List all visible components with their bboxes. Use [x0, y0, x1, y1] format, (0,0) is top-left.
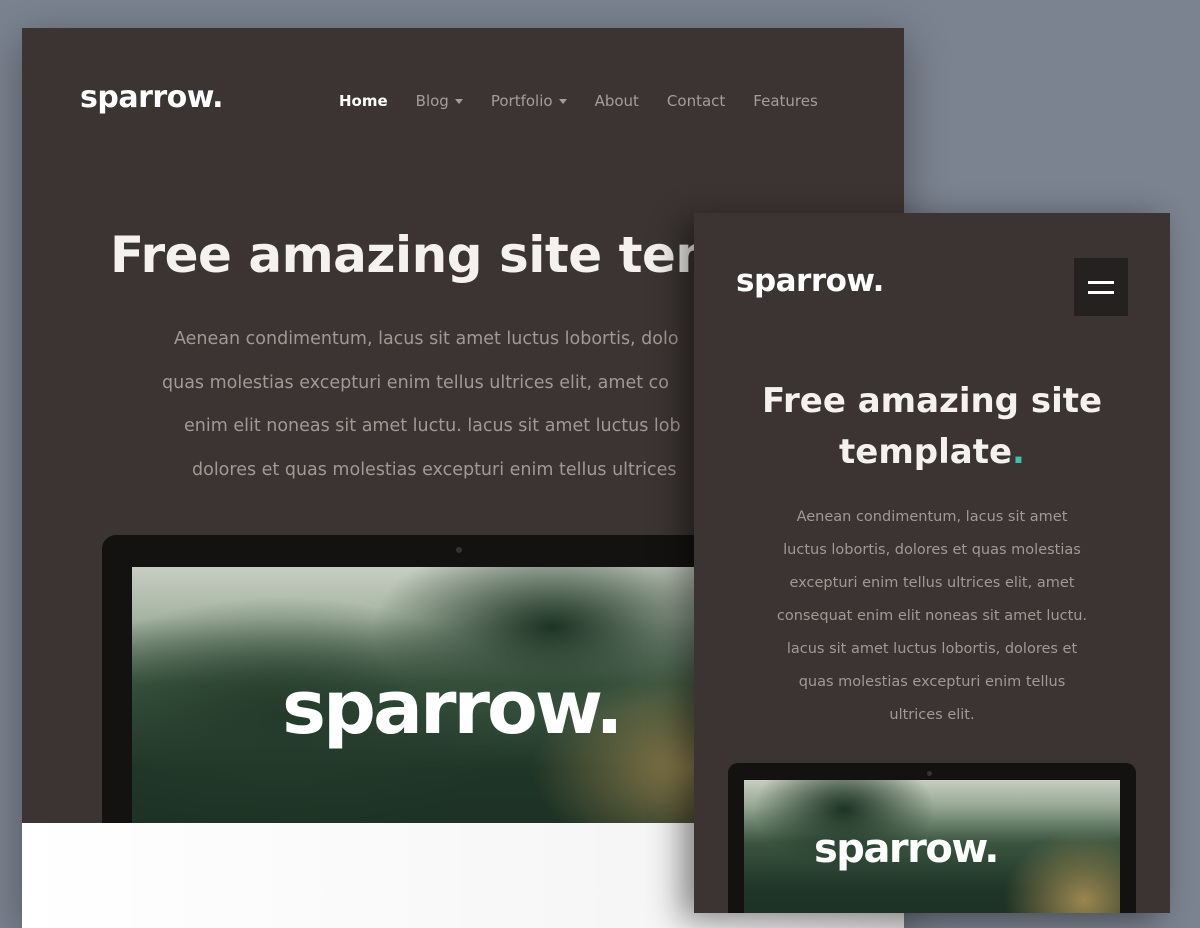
mobile-preview: sparrow. Free amazing site template. Aen…	[694, 213, 1170, 913]
hero-paragraph: Aenean condimentum, lacus sit amet luctu…	[734, 501, 1130, 732]
nav-item-label: Contact	[666, 92, 726, 110]
main-nav: Home Blog Portfolio About Contact Featur…	[339, 92, 846, 110]
screen-logo: sparrow.	[282, 665, 624, 751]
hero-paragraph-line: lacus sit amet luctus lobortis, dolores …	[786, 641, 1078, 657]
hamburger-menu-icon	[1088, 290, 1114, 294]
nav-item-blog[interactable]: Blog	[416, 92, 463, 110]
hero-paragraph-line: quas molestias excepturi enim tellus	[798, 674, 1066, 690]
hero-paragraph-line: consequat enim elit noneas sit amet luct…	[776, 608, 1088, 624]
hero-title: Free amazing site temp	[110, 226, 763, 284]
hamburger-menu-icon	[1088, 280, 1114, 284]
screen-logo: sparrow.	[814, 826, 999, 872]
nav-item-label: About	[594, 92, 639, 110]
hamburger-menu-button[interactable]	[1074, 258, 1128, 316]
nav-item-home[interactable]: Home	[339, 92, 388, 110]
nav-item-about[interactable]: About	[595, 92, 639, 110]
laptop-screen: sparrow.	[744, 780, 1120, 913]
hero-paragraph-line: luctus lobortis, dolores et quas molesti…	[783, 542, 1081, 558]
hero-title-line: Free amazing site	[761, 381, 1103, 421]
site-logo[interactable]: sparrow.	[80, 80, 223, 115]
nav-item-features[interactable]: Features	[753, 92, 818, 110]
camera-icon	[927, 771, 932, 776]
hero-paragraph-line: ultrices elit.	[889, 707, 975, 723]
nav-item-label: Home	[339, 92, 388, 110]
nav-item-label: Portfolio	[490, 92, 553, 110]
hero-paragraph-line: Aenean condimentum, lacus sit amet	[796, 509, 1068, 525]
nav-item-contact[interactable]: Contact	[667, 92, 725, 110]
laptop-mockup: sparrow.	[728, 763, 1136, 913]
caret-down-icon	[558, 98, 567, 104]
hero-title-line: template.	[694, 427, 1170, 478]
nav-item-label: Blog	[415, 92, 449, 110]
nav-item-portfolio[interactable]: Portfolio	[491, 92, 567, 110]
hero-paragraph-line: excepturi enim tellus ultrices elit, ame…	[789, 575, 1075, 591]
camera-icon	[456, 547, 462, 553]
caret-down-icon	[454, 98, 463, 104]
site-logo[interactable]: sparrow.	[736, 263, 884, 299]
nav-item-label: Features	[753, 92, 818, 110]
hero-title: Free amazing site template.	[694, 376, 1170, 478]
hero-title-word: template	[839, 432, 1013, 472]
accent-dot: .	[1012, 432, 1025, 472]
